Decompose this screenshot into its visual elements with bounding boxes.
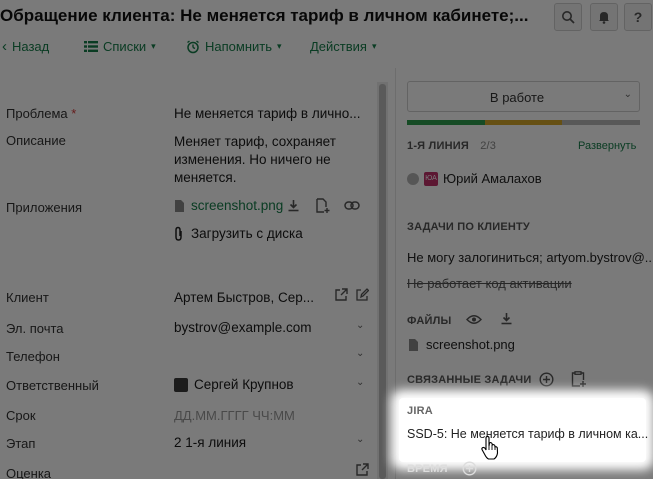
file-icon: [409, 338, 418, 351]
bell-icon: [599, 12, 609, 24]
phone-label: Телефон: [6, 349, 60, 364]
page-title: Обращение клиента: Не меняется тариф в л…: [0, 6, 529, 25]
question-icon: ?: [633, 9, 643, 25]
avatar: [174, 377, 188, 392]
stage-field[interactable]: 2 1-я линия: [174, 435, 246, 450]
chevron-down-icon[interactable]: ⌄: [356, 348, 364, 359]
line-section-title: 1-Я ЛИНИЯ 2/3: [407, 140, 497, 152]
search-button[interactable]: [554, 3, 582, 31]
link-icon[interactable]: [344, 200, 360, 211]
line-count: 2/3: [480, 140, 497, 152]
jira-title: JIRA: [407, 405, 433, 417]
sidebar-file[interactable]: screenshot.png: [408, 337, 515, 352]
paperclip-icon: [175, 226, 182, 241]
left-scrollbar-thumb[interactable]: [379, 84, 386, 479]
stage-label: Этап: [6, 436, 36, 451]
avatar: ЮА: [424, 171, 438, 186]
add-file-icon[interactable]: [316, 198, 330, 213]
remind-label: Напомнить: [205, 39, 272, 54]
actions-button[interactable]: Действия ▾: [310, 39, 377, 54]
chevron-down-icon[interactable]: ⌄: [356, 434, 364, 445]
progress-segment-1: [407, 120, 485, 125]
jira-task-link[interactable]: SSD-5: Не меняется тариф в личном ка...: [407, 427, 648, 441]
client-task-link-done[interactable]: Не работает код активации: [407, 276, 572, 291]
description-field[interactable]: Меняет тариф, сохраняет изменения. Но ни…: [174, 133, 336, 187]
header: Обращение клиента: Не меняется тариф в л…: [0, 0, 653, 68]
progress-segment-3: [562, 120, 641, 125]
responsible-label: Ответственный: [6, 378, 99, 393]
chevron-down-icon: ▾: [151, 41, 156, 51]
file-icon: [175, 199, 184, 212]
hand-pointer-icon: [481, 436, 499, 460]
download-icon[interactable]: [500, 312, 513, 325]
stage-progress-bar: [407, 120, 641, 125]
deadline-field[interactable]: ДД.ММ.ГГГГ ЧЧ:ММ: [174, 408, 295, 423]
email-label: Эл. почта: [6, 321, 64, 336]
required-mark: *: [71, 106, 77, 121]
responsible-field[interactable]: Сергей Крупнов: [174, 377, 294, 392]
description-label: Описание: [6, 133, 66, 148]
search-icon: [562, 11, 575, 24]
progress-segment-2: [484, 120, 563, 125]
time-title: ВРЕМЯ: [407, 463, 448, 475]
chevron-down-icon[interactable]: ⌄: [356, 320, 364, 331]
assignee-row[interactable]: ЮА Юрий Амалахов: [407, 171, 542, 186]
lists-label: Списки: [103, 39, 147, 54]
lists-button[interactable]: Списки ▾: [84, 39, 156, 54]
client-field[interactable]: Артем Быстров, Сер...: [174, 290, 314, 305]
client-tasks-title: ЗАДАЧИ ПО КЛИЕНТУ: [407, 221, 530, 233]
problem-label: Проблема *: [6, 106, 77, 121]
files-title: ФАЙЛЫ: [407, 315, 452, 327]
client-task-link[interactable]: Не могу залогиниться; artyom.bystrov@...: [407, 250, 653, 265]
chevron-left-icon: ‹: [2, 38, 7, 55]
list-icon: [84, 41, 98, 52]
email-field[interactable]: bystrov@example.com: [174, 320, 312, 335]
back-button[interactable]: ‹ Назад: [2, 39, 49, 54]
download-icon[interactable]: [287, 199, 300, 212]
linked-tasks-title: СВЯЗАННЫЕ ЗАДАЧИ: [407, 374, 532, 386]
attachment-file[interactable]: screenshot.png: [174, 198, 283, 213]
clipboard-add-icon[interactable]: [571, 371, 586, 387]
chevron-down-icon[interactable]: ⌄: [356, 377, 364, 388]
back-label: Назад: [12, 39, 50, 54]
chevron-down-icon: ▾: [371, 41, 377, 51]
help-button[interactable]: ?: [624, 3, 652, 31]
remind-button[interactable]: Напомнить ▾: [186, 39, 282, 54]
eye-icon[interactable]: [466, 314, 482, 325]
status-dot: [407, 172, 419, 185]
problem-field[interactable]: Не меняется тариф в лично...: [174, 106, 361, 121]
expand-link[interactable]: Развернуть: [578, 140, 636, 152]
add-circle-icon[interactable]: [462, 461, 477, 476]
actions-label: Действия: [310, 39, 367, 54]
client-label: Клиент: [6, 290, 49, 305]
attachments-label: Приложения: [6, 200, 83, 215]
status-select[interactable]: В работе ⌄: [407, 81, 640, 112]
upload-from-disk-button[interactable]: Загрузить с диска: [174, 226, 303, 241]
external-link-icon[interactable]: [356, 463, 369, 476]
chevron-down-icon: ⌄: [623, 89, 632, 100]
external-link-icon[interactable]: [335, 288, 348, 301]
deadline-label: Срок: [6, 408, 36, 423]
notifications-button[interactable]: [590, 3, 618, 31]
alarm-clock-icon: [187, 39, 199, 53]
chevron-down-icon: ▾: [277, 41, 282, 51]
add-circle-icon[interactable]: [539, 372, 554, 387]
edit-icon[interactable]: [356, 288, 369, 301]
rating-label: Оценка: [6, 466, 52, 479]
